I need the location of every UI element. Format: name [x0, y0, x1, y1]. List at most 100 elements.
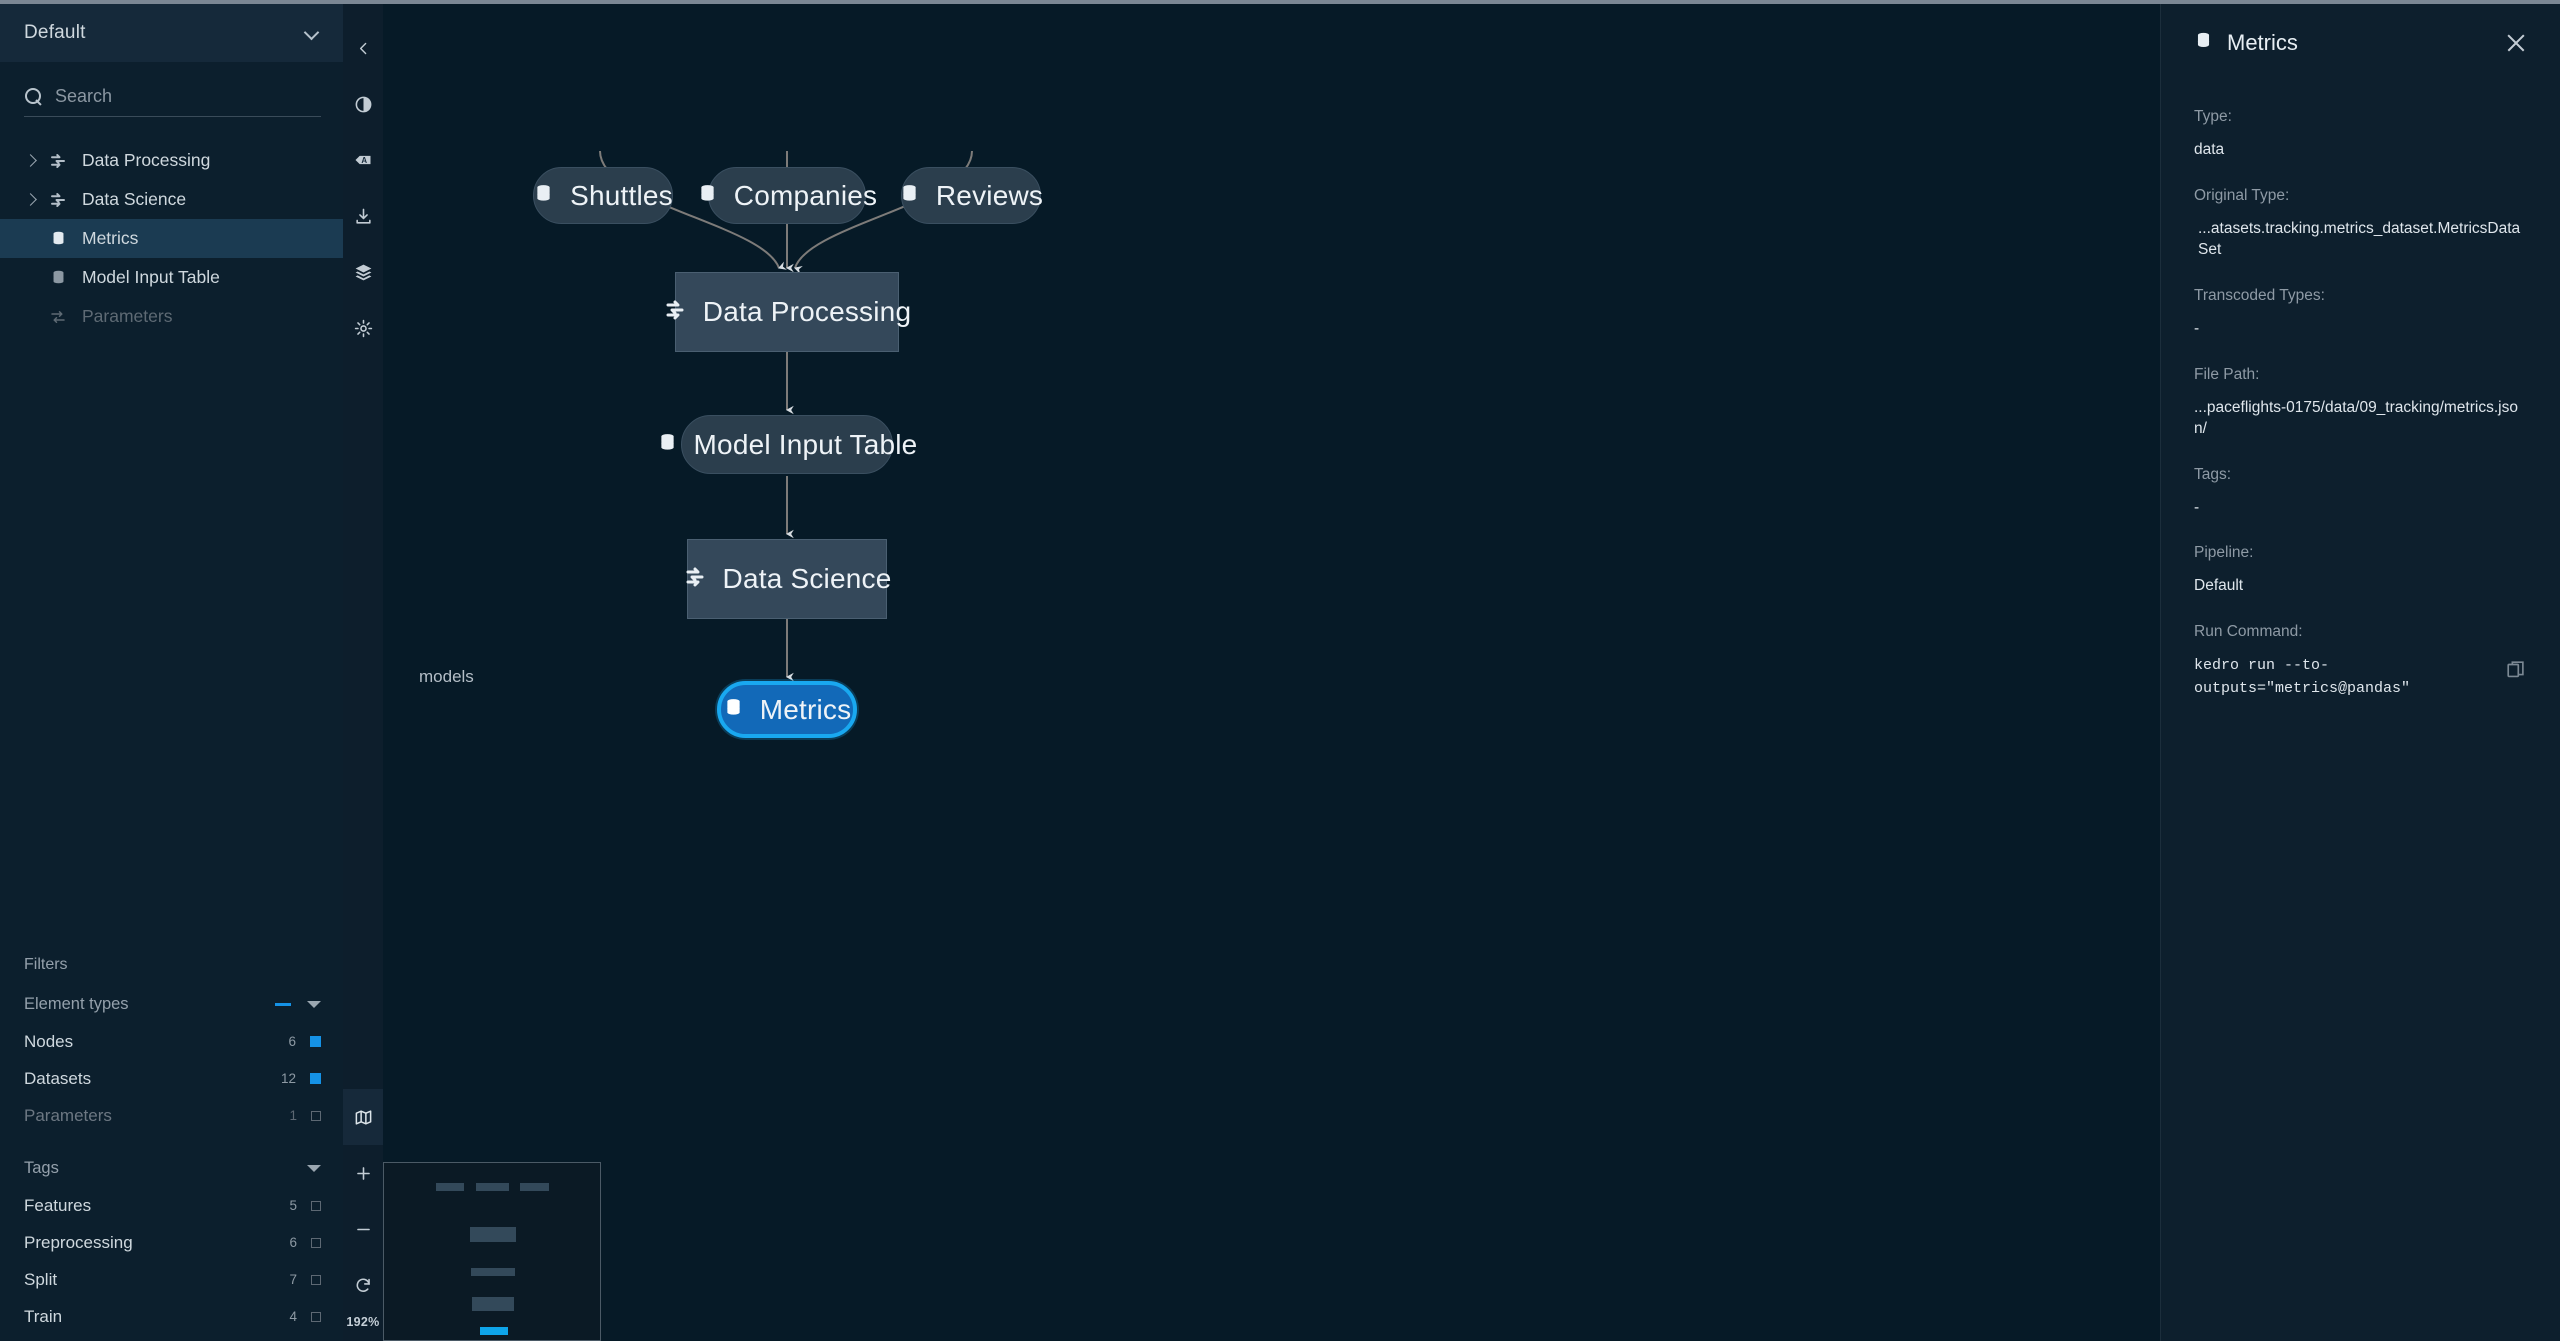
search-input[interactable] — [55, 86, 321, 107]
minimap-node — [470, 1227, 516, 1242]
layers-icon[interactable] — [343, 244, 383, 300]
metadata-title: Metrics — [2227, 30, 2298, 55]
settings-gear-icon[interactable] — [343, 300, 383, 356]
dataset-icon — [44, 230, 72, 247]
pipeline-selector[interactable]: Default — [0, 4, 343, 62]
pipeline-icon — [44, 191, 72, 209]
flow-node-metrics[interactable]: Metrics — [717, 681, 857, 738]
zoom-level-label: 192% — [346, 1315, 380, 1329]
dataset-icon — [723, 697, 744, 723]
zoom-out-icon[interactable] — [343, 1201, 383, 1257]
filters-title: Filters — [24, 956, 68, 973]
tree-item-parameters[interactable]: Parameters — [0, 297, 343, 336]
pipeline-icon — [683, 565, 707, 594]
metadata-key-original-type: Original Type: — [2194, 186, 2290, 204]
checkbox-unchecked-icon[interactable] — [311, 1311, 321, 1322]
flow-node-model-input-table[interactable]: Model Input Table — [660, 415, 917, 474]
tree-item-metrics[interactable]: Metrics — [0, 219, 343, 258]
icon-rail: A 192% — [343, 4, 383, 1341]
element-tree: Data Processing Data Science Metrics Mod… — [0, 141, 343, 336]
flowchart-canvas[interactable]: models Shuttles Companies Reviews Data P… — [383, 4, 2160, 1341]
flow-node-label: Reviews — [935, 179, 1044, 211]
chevron-down-icon[interactable] — [307, 1165, 321, 1172]
flow-node-label: Metrics — [759, 693, 852, 725]
metadata-value-tags: - — [2194, 498, 2200, 516]
minimap-toggle-icon[interactable] — [343, 1089, 383, 1145]
rail-top-group: A — [343, 4, 383, 356]
metadata-run-command-row: kedro run --to-outputs="metrics@pandas" — [2194, 655, 2527, 700]
chevron-right-icon[interactable] — [24, 154, 44, 168]
dataset-icon — [2194, 31, 2213, 55]
flow-node-data-processing[interactable]: Data Processing — [666, 272, 911, 352]
metadata-value-pipeline: Default — [2194, 577, 2244, 595]
filter-row-datasets[interactable]: Datasets 12 — [0, 1060, 343, 1097]
checkbox-unchecked-icon[interactable] — [311, 1110, 321, 1121]
tree-item-label: Metrics — [82, 228, 139, 248]
filter-row-features[interactable]: Features 5 — [0, 1187, 343, 1224]
metadata-key-transcoded-types: Transcoded Types: — [2194, 286, 2325, 304]
flow-node-shuttles[interactable]: Shuttles — [533, 167, 673, 224]
tree-item-data-processing[interactable]: Data Processing — [0, 141, 343, 180]
metadata-value-file-path: ...paceflights-0175/data/09_tracking/met… — [2194, 398, 2518, 437]
filter-row-preprocessing[interactable]: Preprocessing 6 — [0, 1224, 343, 1261]
checkbox-unchecked-icon[interactable] — [311, 1237, 321, 1248]
checkbox-checked-icon[interactable] — [310, 1036, 321, 1047]
filter-group-label: Tags — [24, 1159, 59, 1177]
flow-node-data-science[interactable]: Data Science — [686, 539, 891, 619]
reset-zoom-icon[interactable] — [343, 1257, 383, 1313]
flow-node-companies[interactable]: Companies — [701, 167, 877, 224]
minimap-node — [520, 1183, 549, 1191]
tree-item-model-input-table[interactable]: Model Input Table — [0, 258, 343, 297]
zoom-in-icon[interactable] — [343, 1145, 383, 1201]
filter-row-train[interactable]: Train 4 — [0, 1298, 343, 1335]
minimap[interactable] — [383, 1162, 601, 1341]
flow-node-label: Data Processing — [702, 296, 912, 327]
chevron-right-icon[interactable] — [24, 193, 44, 207]
minimap-node — [472, 1297, 514, 1311]
pipeline-icon — [44, 152, 72, 170]
copy-icon[interactable] — [2505, 659, 2527, 681]
tree-item-label: Data Science — [82, 189, 187, 209]
filter-group-element-types[interactable]: Element types — [0, 986, 343, 1023]
search-container — [0, 62, 343, 127]
flow-node-label: Model Input Table — [693, 428, 918, 460]
checkbox-unchecked-icon[interactable] — [311, 1200, 321, 1211]
export-icon[interactable] — [343, 188, 383, 244]
filter-count: 7 — [289, 1272, 297, 1287]
sidebar: Default Data Processing — [0, 4, 343, 1341]
tree-item-label: Data Processing — [82, 150, 211, 170]
tree-item-data-science[interactable]: Data Science — [0, 180, 343, 219]
dataset-icon — [657, 432, 678, 458]
parameters-icon — [44, 308, 72, 326]
collapse-sidebar-icon[interactable] — [343, 20, 383, 76]
dataset-icon — [533, 183, 554, 209]
filter-group-tags[interactable]: Tags — [0, 1150, 343, 1187]
metadata-key-file-path: File Path: — [2194, 365, 2260, 383]
dataset-icon — [697, 183, 718, 209]
metadata-value-original-type: ...atasets.tracking.metrics_dataset.Metr… — [2198, 219, 2521, 258]
filter-label: Datasets — [24, 1068, 92, 1088]
filter-row-nodes[interactable]: Nodes 6 — [0, 1023, 343, 1060]
filter-label: Train — [24, 1306, 63, 1326]
metadata-key-run-command: Run Command: — [2194, 623, 2303, 641]
metadata-value-run-command: kedro run --to-outputs="metrics@pandas" — [2194, 657, 2411, 697]
close-icon[interactable] — [2505, 32, 2527, 54]
checkbox-checked-icon[interactable] — [310, 1073, 321, 1084]
checkbox-unchecked-icon[interactable] — [311, 1274, 321, 1285]
chevron-down-icon[interactable] — [307, 1001, 321, 1008]
filter-label: Features — [24, 1195, 92, 1215]
chevron-down-icon — [305, 25, 321, 41]
filter-label: Nodes — [24, 1031, 74, 1051]
filter-row-split[interactable]: Split 7 — [0, 1261, 343, 1298]
flow-node-label: Companies — [733, 179, 878, 211]
rail-bottom-group: 192% — [343, 1089, 383, 1341]
flow-node-label: Shuttles — [570, 179, 673, 211]
filter-row-parameters[interactable]: Parameters 1 — [0, 1097, 343, 1134]
flow-node-reviews[interactable]: Reviews — [901, 167, 1044, 224]
filter-count: 6 — [288, 1034, 296, 1049]
minimap-node — [476, 1183, 509, 1191]
flow-node-label: Data Science — [722, 563, 892, 594]
text-labels-toggle-icon[interactable]: A — [343, 132, 383, 188]
theme-toggle-icon[interactable] — [343, 76, 383, 132]
indeterminate-checkbox-icon[interactable] — [275, 1003, 291, 1006]
